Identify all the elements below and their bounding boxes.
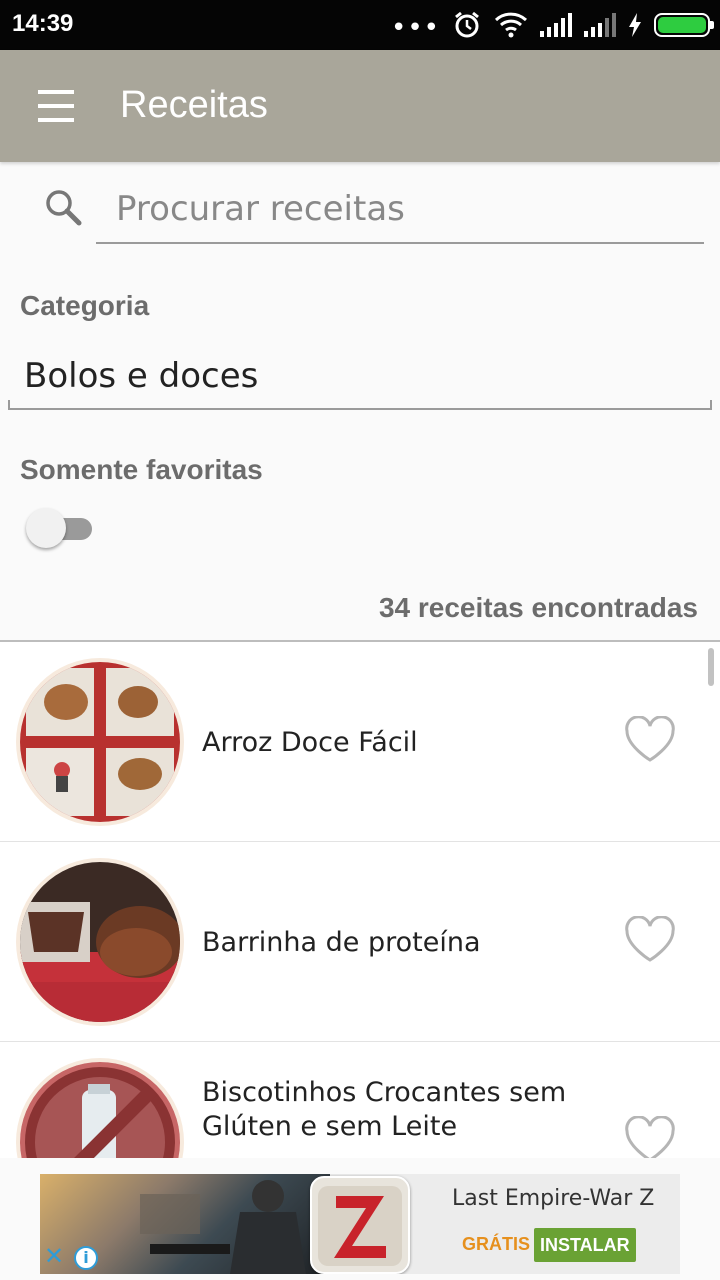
ad-app-icon xyxy=(310,1176,410,1274)
signal-icon xyxy=(540,13,572,37)
favorites-toggle[interactable] xyxy=(26,508,94,548)
favorite-heart-icon[interactable] xyxy=(624,915,676,964)
status-bar: 14:39 ••• xyxy=(0,0,720,50)
close-icon[interactable]: ✕ xyxy=(44,1244,64,1268)
recipe-thumbnail xyxy=(20,662,180,822)
list-item[interactable]: Biscotinhos Crocantes sem Glúten e sem L… xyxy=(0,1042,720,1158)
recipe-thumbnail xyxy=(20,1062,180,1158)
recipe-name: Biscotinhos Crocantes sem Glúten e sem L… xyxy=(202,1077,567,1142)
category-label: Categoria xyxy=(20,290,150,321)
app-bar: Receitas xyxy=(0,50,720,162)
recipe-list[interactable]: Arroz Doce Fácil Barrinha de proteína Bi… xyxy=(0,642,720,1158)
results-count: 34 receitas encontradas xyxy=(378,592,698,623)
hamburger-menu-icon[interactable] xyxy=(28,84,84,128)
favorite-heart-icon[interactable] xyxy=(624,1115,676,1158)
favorites-label: Somente favoritas xyxy=(20,454,263,485)
signal-icon xyxy=(584,13,616,37)
category-selected-value: Bolos e doces xyxy=(24,356,259,396)
ad-banner[interactable]: Last Empire-War Z GRÁTIS INSTALAR ✕ i xyxy=(40,1174,680,1274)
category-select[interactable]: Bolos e doces xyxy=(8,340,712,410)
battery-icon xyxy=(654,13,714,37)
alarm-icon xyxy=(452,10,482,40)
more-dots-icon: ••• xyxy=(390,13,440,43)
clock: 14:39 xyxy=(12,10,74,37)
search-icon xyxy=(44,188,84,228)
ad-install-button[interactable]: INSTALAR xyxy=(534,1228,636,1262)
wifi-icon xyxy=(494,12,528,38)
recipe-name: Barrinha de proteína xyxy=(202,927,481,958)
search-input[interactable] xyxy=(96,176,704,244)
favorite-heart-icon[interactable] xyxy=(624,715,676,764)
list-scrollbar[interactable] xyxy=(708,648,714,686)
recipe-thumbnail xyxy=(20,862,180,1022)
page-title: Receitas xyxy=(120,84,268,126)
list-item[interactable]: Arroz Doce Fácil xyxy=(0,642,720,842)
info-icon[interactable]: i xyxy=(74,1246,98,1270)
status-icons: ••• xyxy=(390,10,714,43)
ad-price: GRÁTIS xyxy=(462,1234,531,1254)
charging-icon xyxy=(628,13,642,37)
recipe-name: Arroz Doce Fácil xyxy=(202,727,418,758)
ad-title: Last Empire-War Z xyxy=(452,1186,655,1211)
list-item[interactable]: Barrinha de proteína xyxy=(0,842,720,1042)
